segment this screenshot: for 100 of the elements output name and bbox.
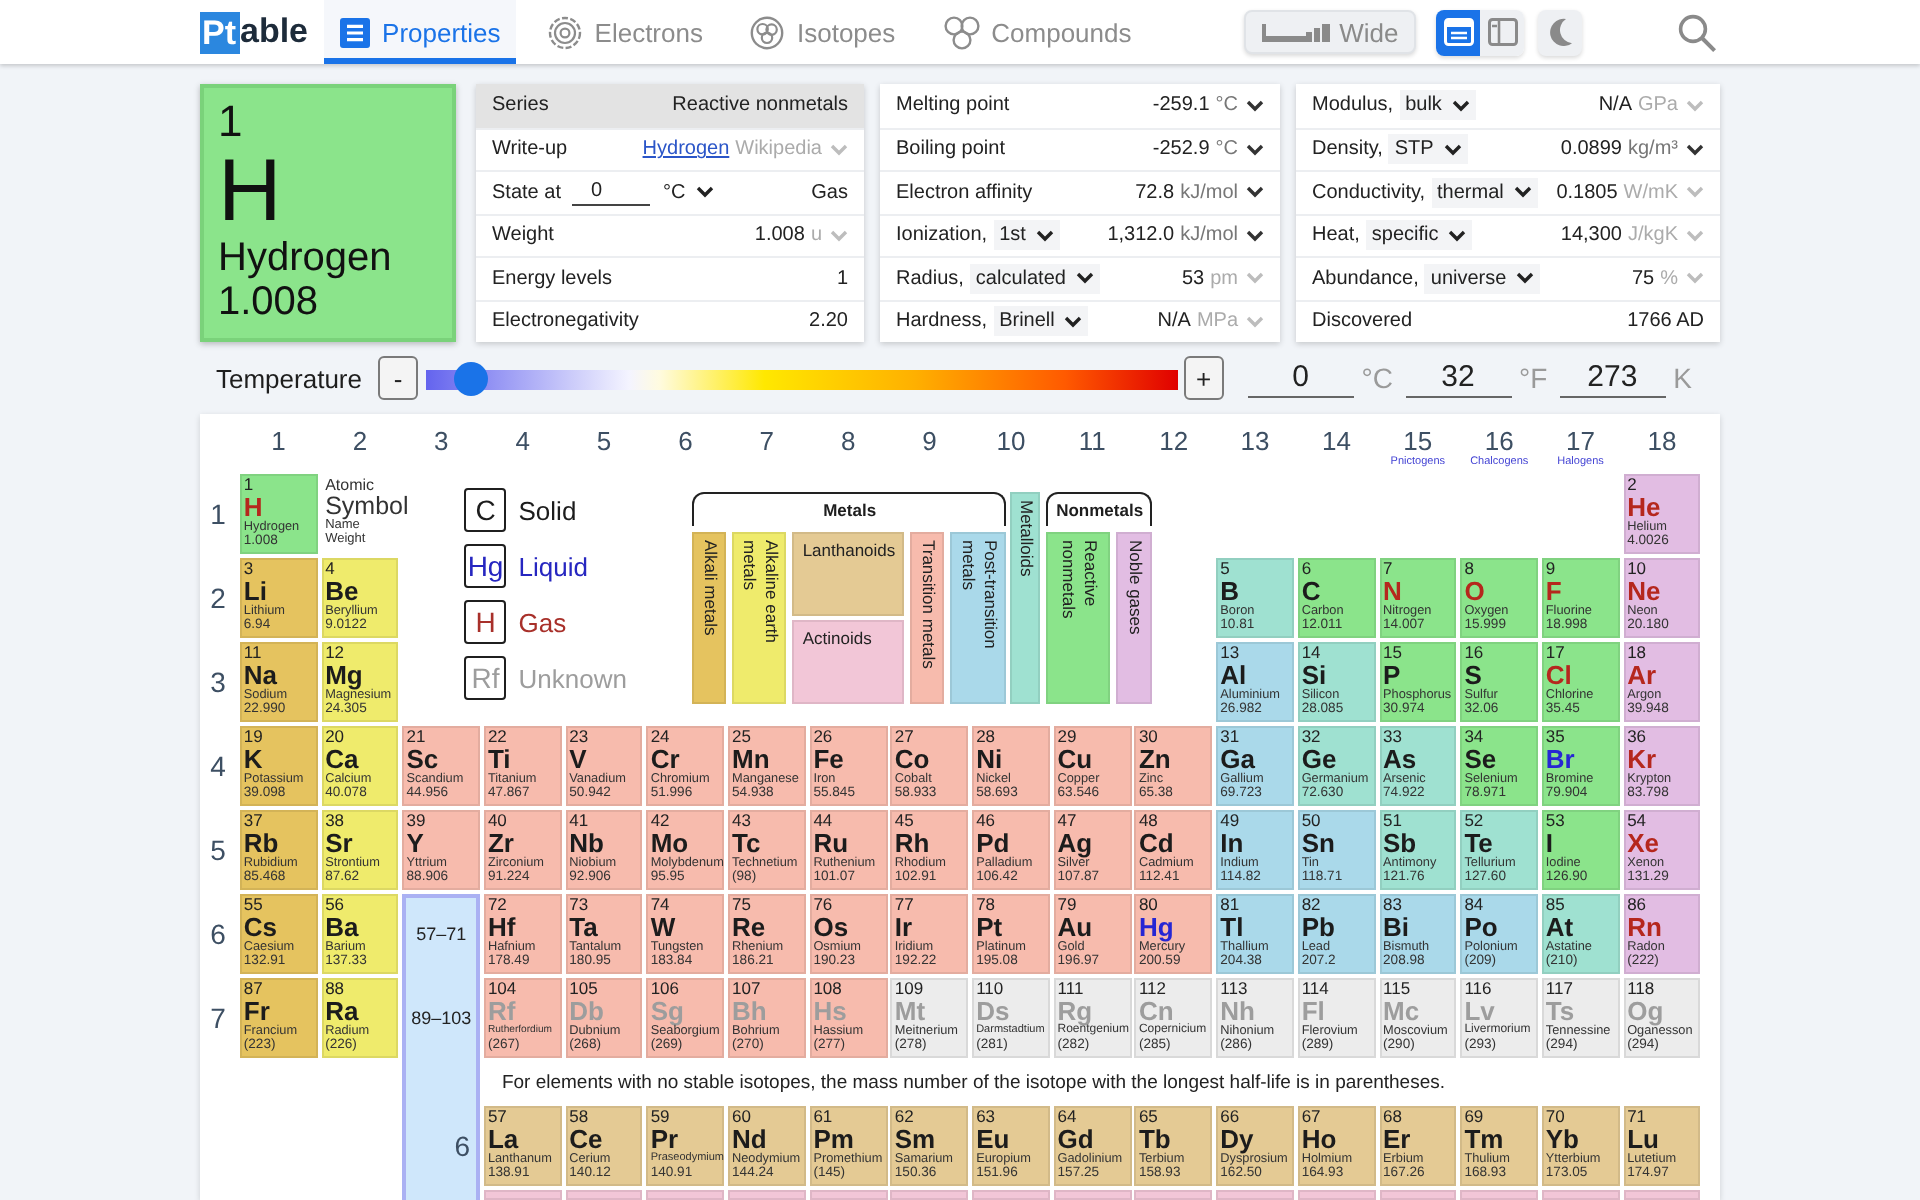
element-tile[interactable]	[728, 1190, 806, 1200]
element-tile[interactable]	[1297, 1190, 1376, 1200]
group-number: 8	[840, 426, 856, 456]
element-tile[interactable]	[1541, 1190, 1620, 1200]
element-tile[interactable]	[972, 1190, 1050, 1200]
period-number: 6	[210, 918, 226, 950]
period-number: 4	[210, 750, 226, 782]
atomic-number: 83	[1383, 896, 1402, 914]
unit-label: K	[1673, 362, 1692, 394]
element-tile[interactable]	[483, 1190, 562, 1200]
property-value: 1	[836, 267, 848, 290]
chevron-down-icon	[695, 186, 714, 199]
property-value: 53	[1181, 267, 1205, 290]
series-key[interactable]: Lanthanoids	[792, 532, 905, 616]
write-up-link[interactable]: Hydrogen	[642, 138, 730, 161]
increase-button[interactable]: +	[1183, 356, 1224, 400]
decrease-button[interactable]: -	[377, 356, 418, 400]
series-key[interactable]: Post-transition metals	[950, 532, 1007, 704]
element-symbol: Br	[1545, 746, 1575, 772]
temperature-input[interactable]: 0	[1247, 359, 1354, 397]
element-tile[interactable]	[809, 1190, 887, 1200]
temperature-input[interactable]: 0	[572, 178, 651, 207]
chevron-down-icon	[1246, 99, 1264, 112]
element-tile[interactable]	[1053, 1190, 1132, 1200]
logo-link[interactable]: Ptable	[200, 0, 309, 64]
tab[interactable]: Properties	[324, 0, 517, 64]
key-label: Symbol	[325, 494, 409, 518]
atomic-number: 27	[894, 728, 914, 746]
element-symbol: F	[1545, 578, 1562, 604]
temperature-input[interactable]: 32	[1405, 359, 1511, 397]
atomic-number: 107	[732, 980, 761, 998]
atomic-number: 108	[813, 980, 842, 998]
group-number: 7	[759, 426, 775, 456]
group-number: 4	[515, 426, 530, 456]
group-number: 1	[271, 426, 286, 456]
view-toggle[interactable]	[1480, 9, 1525, 55]
element-symbol: In	[1220, 830, 1244, 856]
option-select[interactable]: bulk	[1399, 90, 1476, 121]
option-select[interactable]: calculated	[969, 263, 1100, 294]
temperature-input[interactable]: 273	[1559, 359, 1666, 397]
search-icon	[1678, 13, 1716, 51]
chevron-down-icon	[1516, 272, 1535, 285]
element-symbol: Rh	[894, 830, 930, 856]
option-select[interactable]: STP	[1388, 134, 1468, 165]
option-select[interactable]: 1st	[993, 220, 1060, 251]
theme-button[interactable]	[1538, 9, 1583, 55]
atomic-number: 109	[894, 980, 924, 998]
search-button[interactable]	[1678, 13, 1716, 51]
unit-select[interactable]: °C	[1215, 138, 1264, 161]
element-tile[interactable]	[890, 1190, 969, 1200]
atomic-number: 113	[1220, 980, 1248, 998]
element-tile[interactable]	[565, 1190, 643, 1200]
element-symbol: Sg	[650, 998, 684, 1024]
unit-select[interactable]: °C	[1215, 94, 1264, 117]
element-symbol: Tl	[1220, 914, 1244, 940]
atomic-number: 105	[569, 980, 598, 998]
element-symbol: Ba	[325, 914, 359, 940]
unit-select[interactable]: kJ/mol	[1180, 224, 1264, 247]
element-symbol: Co	[894, 746, 930, 772]
slider-thumb[interactable]	[454, 361, 489, 395]
atomic-number: 116	[1464, 980, 1492, 998]
series-key[interactable]: Alkali metals	[692, 532, 727, 704]
temperature-slider[interactable]	[425, 361, 1178, 395]
atomic-number: 67	[1301, 1108, 1321, 1126]
atomic-number: 3	[243, 560, 254, 578]
series-key[interactable]: Alkaline earth metals	[732, 532, 787, 704]
atomic-number: 86	[1627, 896, 1647, 914]
option-select[interactable]: specific	[1365, 220, 1473, 251]
atomic-number: 18	[1627, 644, 1647, 662]
element-tile[interactable]	[1623, 1190, 1701, 1200]
element-symbol: As	[1383, 746, 1417, 772]
element-tile[interactable]	[1379, 1190, 1457, 1200]
view-toggle[interactable]	[1436, 9, 1481, 55]
series-key[interactable]: Transition metals	[910, 532, 945, 704]
option-select[interactable]: universe	[1424, 263, 1541, 294]
element-symbol: Pr	[650, 1126, 679, 1152]
unit-label: °C	[1361, 362, 1393, 394]
option-select[interactable]: Brinell	[993, 306, 1089, 337]
element-symbol: Zn	[1138, 746, 1171, 772]
element-symbol: Lu	[1627, 1126, 1659, 1152]
element-tile[interactable]	[646, 1190, 725, 1200]
element-symbol: Hf	[487, 914, 516, 940]
series-key[interactable]: Actinoids	[792, 620, 905, 704]
series-key[interactable]: Metalloids	[1010, 492, 1041, 704]
series-key[interactable]: Noble gases	[1116, 532, 1153, 704]
atomic-number: 50	[1301, 812, 1321, 830]
element-tile[interactable]	[1216, 1190, 1294, 1200]
unit-select[interactable]: kJ/mol	[1180, 181, 1264, 204]
option-select[interactable]: thermal	[1431, 177, 1538, 208]
unit-select[interactable]: °C	[656, 177, 720, 208]
element-tile[interactable]	[1460, 1190, 1538, 1200]
series-key[interactable]: Reactive nonmetals	[1046, 532, 1111, 704]
group-number: 16	[1484, 426, 1514, 456]
atomic-number: 51	[1383, 812, 1402, 830]
element-symbol: H	[218, 146, 282, 238]
element-tile[interactable]	[1134, 1190, 1213, 1200]
atomic-number: 13	[1220, 644, 1240, 662]
atomic-number: 118	[1627, 980, 1655, 998]
footnote: For elements with no stable isotopes, the mass number of the isotope with the longest half-life is in parentheses.	[501, 1071, 1446, 1093]
unit-select[interactable]: kg/m³	[1628, 138, 1704, 161]
